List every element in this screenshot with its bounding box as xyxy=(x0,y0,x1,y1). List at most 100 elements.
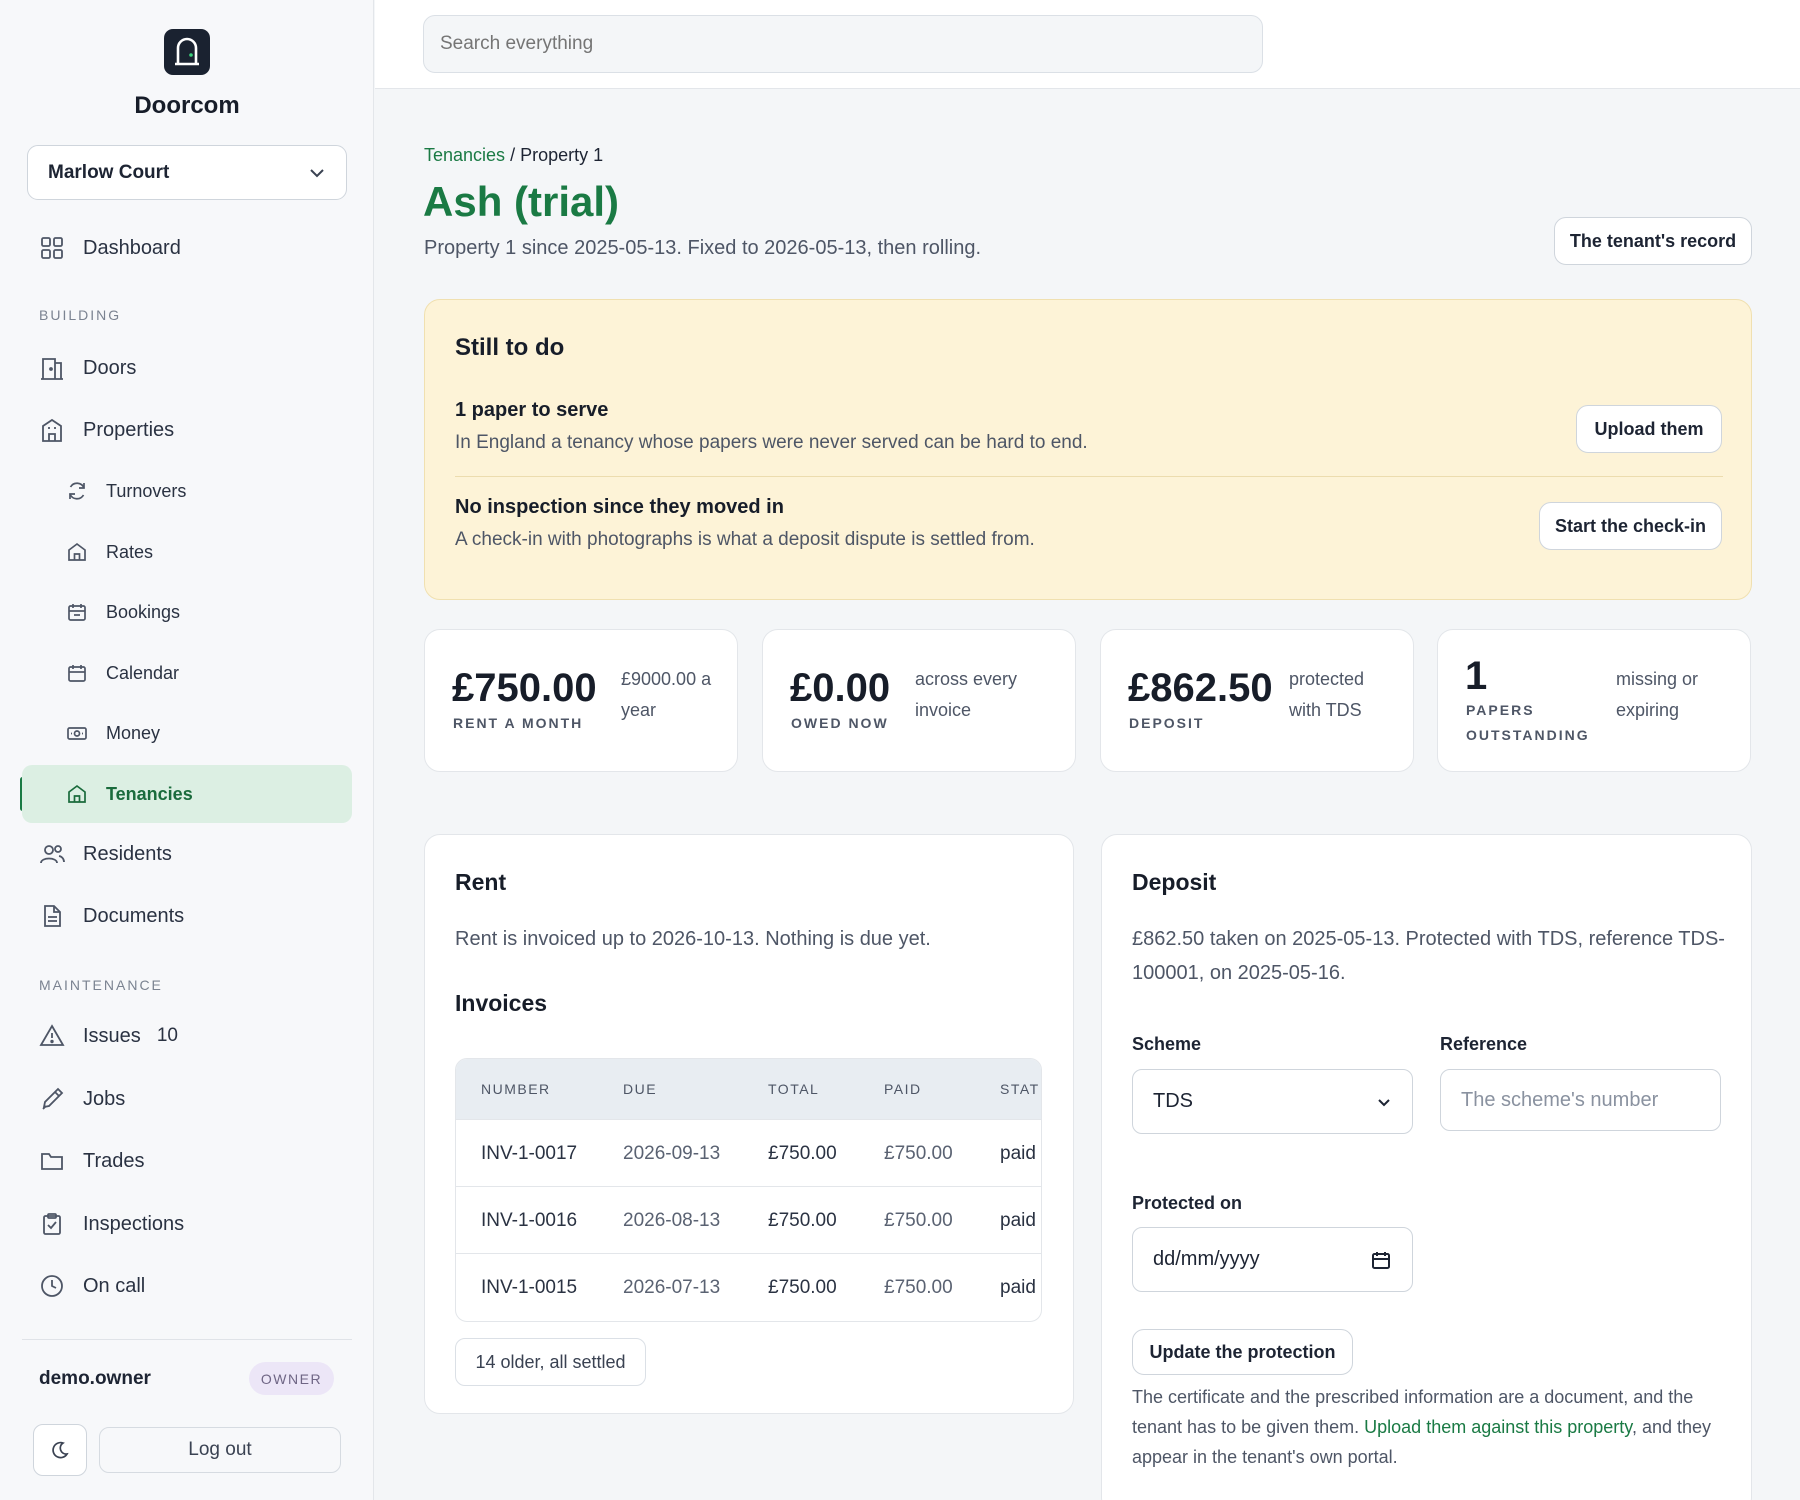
nav-doors[interactable]: Doors xyxy=(39,355,136,381)
house-icon xyxy=(68,542,86,561)
nav-money[interactable]: Money xyxy=(66,722,160,744)
scheme-label: Scheme xyxy=(1132,1034,1202,1054)
stat-label-line: OUTSTANDING xyxy=(1466,727,1590,743)
logout-button[interactable]: Log out xyxy=(99,1427,341,1473)
stat-papers-value: 1 xyxy=(1465,654,1488,698)
cell-due: 2026-09-13 xyxy=(623,1143,721,1164)
nav-bookings[interactable]: Bookings xyxy=(66,601,180,623)
property-selector[interactable]: Marlow Court xyxy=(27,145,347,200)
deposit-text: £862.50 taken on 2025-05-13. Protected w… xyxy=(1132,922,1725,990)
nav-tenancies[interactable]: Tenancies xyxy=(22,765,352,823)
upload-against-property-link[interactable]: Upload them against this property xyxy=(1364,1417,1632,1437)
top-bar xyxy=(375,0,1800,89)
todo-title: Still to do xyxy=(455,334,565,361)
upload-them-button[interactable]: Upload them xyxy=(1576,405,1722,453)
building-icon xyxy=(42,418,62,442)
stat-label-line: PAPERS xyxy=(1466,702,1535,718)
cell-due: 2026-08-13 xyxy=(623,1210,721,1231)
cell-total: £750.00 xyxy=(768,1143,837,1164)
nav-tenancies-label: Tenancies xyxy=(106,783,193,804)
doorcom-logo-icon xyxy=(164,29,210,75)
stat-rent-value: £750.00 xyxy=(452,666,597,710)
nav-money-label: Money xyxy=(106,722,161,743)
nav-documents[interactable]: Documents xyxy=(39,903,184,929)
theme-toggle-button[interactable] xyxy=(33,1424,87,1476)
cell-total: £750.00 xyxy=(768,1210,837,1231)
role-badge: OWNER xyxy=(249,1362,334,1395)
stat-owed-value: £0.00 xyxy=(790,666,891,710)
page-subtitle: Property 1 since 2025-05-13. Fixed to 20… xyxy=(424,237,982,259)
protected-on-label: Protected on xyxy=(1132,1193,1243,1213)
stat-papers-side: missing or expiring xyxy=(1616,664,1698,726)
nav-bookings-label: Bookings xyxy=(106,601,181,622)
tenant-record-button[interactable]: The tenant's record xyxy=(1554,217,1752,265)
stat-papers: 1 PAPERS OUTSTANDING missing or expiring xyxy=(1437,629,1751,772)
cell-paid: £750.00 xyxy=(884,1210,953,1231)
deposit-text-line: 100001, on 2025-05-16. xyxy=(1132,962,1346,984)
refresh-icon xyxy=(69,482,85,500)
nav-properties[interactable]: Properties xyxy=(39,417,174,443)
todo-item-desc: A check-in with photographs is what a de… xyxy=(455,529,1035,550)
older-invoices-button[interactable]: 14 older, all settled xyxy=(455,1338,646,1386)
nav-issues[interactable]: Issues 10 xyxy=(39,1023,178,1049)
page-title: Ash (trial) xyxy=(423,178,620,225)
reference-input[interactable]: The scheme's number xyxy=(1440,1069,1721,1131)
rent-card: Rent Rent is invoiced up to 2026-10-13. … xyxy=(424,834,1074,1414)
nav-calendar[interactable]: Calendar xyxy=(66,662,179,684)
stat-deposit-side: protected with TDS xyxy=(1289,664,1364,726)
start-check-in-button[interactable]: Start the check-in xyxy=(1539,502,1722,550)
table-row[interactable]: INV-1-0016 2026-08-13 £750.00 £750.00 pa… xyxy=(456,1186,1041,1253)
breadcrumb-separator: / xyxy=(505,145,521,165)
nav-trades[interactable]: Trades xyxy=(39,1148,145,1174)
table-row[interactable]: INV-1-0015 2026-07-13 £750.00 £750.00 pa… xyxy=(456,1253,1041,1320)
update-protection-button[interactable]: Update the protection xyxy=(1132,1329,1353,1375)
scheme-select[interactable]: TDS xyxy=(1132,1069,1413,1134)
nav-residents-label: Residents xyxy=(83,842,172,865)
stat-deposit-value: £862.50 xyxy=(1128,666,1273,710)
date-placeholder: dd/mm/yyyy xyxy=(1153,1248,1260,1270)
cell-status: paid xyxy=(1000,1277,1036,1298)
chevron-down-icon xyxy=(1378,1098,1390,1106)
moon-icon xyxy=(52,1441,69,1459)
stat-side-line: expiring xyxy=(1616,700,1680,720)
sidebar-divider xyxy=(22,1339,352,1340)
warning-icon xyxy=(39,1024,65,1046)
nav-issues-label: Issues xyxy=(83,1024,141,1047)
nav-on-call-label: On call xyxy=(83,1274,146,1297)
nav-dashboard[interactable]: Dashboard xyxy=(39,235,181,261)
section-maintenance-label: MAINTENANCE xyxy=(39,977,163,993)
folder-icon xyxy=(41,1153,63,1170)
protected-on-date-input[interactable]: dd/mm/yyyy xyxy=(1132,1227,1413,1292)
wrench-icon xyxy=(42,1087,64,1110)
rent-title: Rent xyxy=(455,869,507,895)
cell-paid: £750.00 xyxy=(884,1143,953,1164)
stat-deposit: £862.50 DEPOSIT protected with TDS xyxy=(1100,629,1414,772)
nav-inspections[interactable]: Inspections xyxy=(39,1211,184,1237)
nav-jobs[interactable]: Jobs xyxy=(39,1086,125,1112)
cell-total: £750.00 xyxy=(768,1277,837,1298)
nav-turnovers[interactable]: Turnovers xyxy=(66,480,186,502)
todo-item-title: No inspection since they moved in xyxy=(455,496,784,518)
nav-trades-label: Trades xyxy=(83,1149,145,1172)
search-input[interactable] xyxy=(423,15,1263,73)
table-row[interactable]: INV-1-0017 2026-09-13 £750.00 £750.00 pa… xyxy=(456,1119,1041,1186)
stat-deposit-label: DEPOSIT xyxy=(1129,715,1205,731)
nav-residents[interactable]: Residents xyxy=(39,841,172,867)
document-icon xyxy=(44,905,61,927)
breadcrumb-tenancies-link[interactable]: Tenancies xyxy=(424,145,505,165)
nav-on-call[interactable]: On call xyxy=(39,1273,145,1299)
col-number: NUMBER xyxy=(481,1081,551,1097)
nav-properties-label: Properties xyxy=(83,418,175,441)
nav-rates[interactable]: Rates xyxy=(66,541,153,563)
todo-item-title: 1 paper to serve xyxy=(455,399,609,421)
calendar-icon xyxy=(1372,1251,1390,1269)
cell-number: INV-1-0017 xyxy=(481,1143,578,1164)
users-icon xyxy=(40,845,65,864)
property-selector-value: Marlow Court xyxy=(48,161,170,183)
stat-owed-side: across every invoice xyxy=(915,664,1017,726)
stat-side-line: invoice xyxy=(915,700,972,720)
stat-side-line: across every xyxy=(915,669,1018,689)
grid-icon xyxy=(41,237,63,259)
stat-side-line: with TDS xyxy=(1289,700,1362,720)
nav-dashboard-label: Dashboard xyxy=(83,236,181,259)
